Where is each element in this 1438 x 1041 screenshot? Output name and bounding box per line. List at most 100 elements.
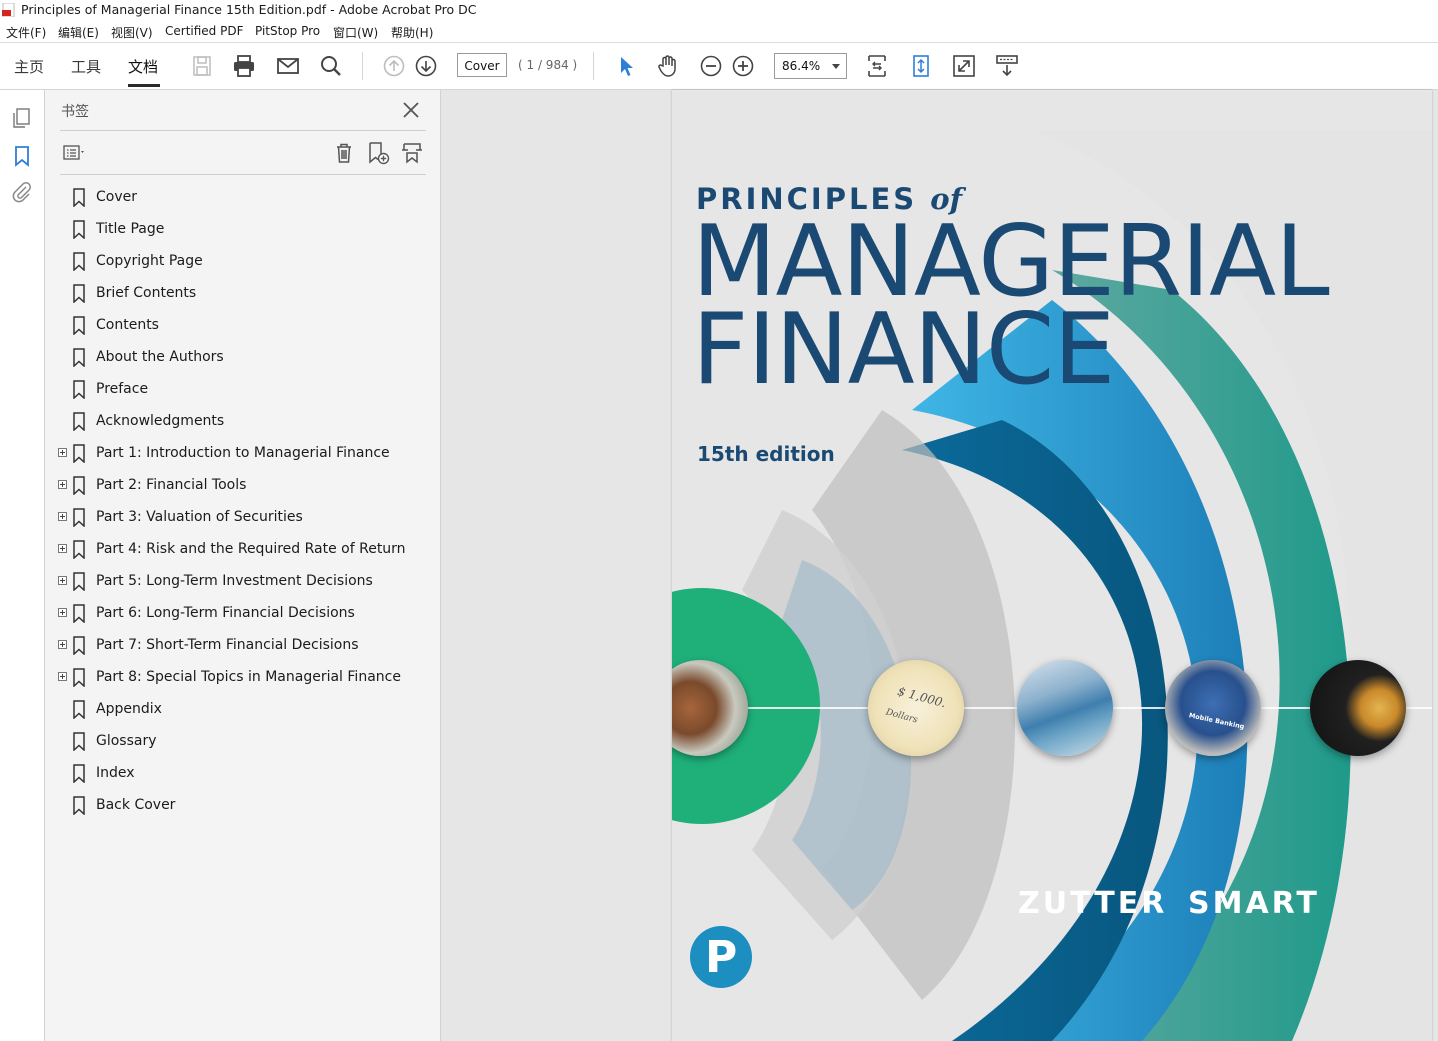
bookmark-item-copyright-page[interactable]: Copyright Page <box>45 250 440 274</box>
page-count: ( 1 / 984 ) <box>518 58 578 72</box>
bookmark-label: Copyright Page <box>96 253 203 269</box>
options-menu-icon[interactable] <box>61 140 87 166</box>
zoom-level-select[interactable]: 86.4% <box>774 53 847 79</box>
bookmark-icon <box>73 668 85 687</box>
new-bookmark-icon[interactable] <box>365 140 391 166</box>
credit-cards-photo <box>1017 660 1113 756</box>
bookmark-item-part-7-short-term-financial-decisions[interactable]: Part 7: Short-Term Financial Decisions <box>45 634 440 658</box>
expand-plus-icon[interactable] <box>58 544 67 553</box>
bookmark-icon <box>73 508 85 527</box>
title-bar: Principles of Managerial Finance 15th Ed… <box>0 0 1438 22</box>
bookmark-icon <box>73 764 85 783</box>
menu-window[interactable]: 窗口(W) <box>333 24 378 41</box>
bookmark-item-part-6-long-term-financial-decisions[interactable]: Part 6: Long-Term Financial Decisions <box>45 602 440 626</box>
bookmark-icon <box>73 252 85 271</box>
bookmark-label: Part 4: Risk and the Required Rate of Re… <box>96 541 406 557</box>
menu-pitstop-pro[interactable]: PitStop Pro <box>255 24 320 38</box>
search-icon[interactable] <box>318 53 344 79</box>
bookmark-label: Index <box>96 765 135 781</box>
page-number-input[interactable]: Cover <box>457 53 507 77</box>
bookmark-item-part-4-risk-and-the-required-rate-of-return[interactable]: Part 4: Risk and the Required Rate of Re… <box>45 538 440 562</box>
pdf-page-cover: $ 1,000. Dollars Mobile Banking PRINCIPLE… <box>672 90 1432 1041</box>
bookmark-label: Part 8: Special Topics in Managerial Fin… <box>96 669 401 685</box>
menu-view[interactable]: 视图(V) <box>111 24 153 41</box>
delete-bookmark-icon[interactable] <box>331 140 357 166</box>
divider <box>60 174 426 175</box>
zoom-in-icon[interactable] <box>730 53 756 79</box>
bookmark-item-contents[interactable]: Contents <box>45 314 440 338</box>
expand-plus-icon[interactable] <box>58 480 67 489</box>
expand-plus-icon[interactable] <box>58 608 67 617</box>
cover-author-zutter: ZUTTER <box>1018 886 1168 921</box>
pearson-logo: P <box>690 926 752 988</box>
cover-edition: 15th edition <box>697 442 835 466</box>
tab-tools[interactable]: 工具 <box>71 56 101 77</box>
bookmark-item-cover[interactable]: Cover <box>45 186 440 210</box>
tab-document[interactable]: 文档 <box>128 56 158 77</box>
toolbar-separator <box>593 52 594 80</box>
menu-certified-pdf[interactable]: Certified PDF <box>165 24 244 38</box>
bookmark-item-index[interactable]: Index <box>45 762 440 786</box>
print-icon[interactable] <box>231 53 257 79</box>
bookmark-icon <box>73 604 85 623</box>
bookmark-item-title-page[interactable]: Title Page <box>45 218 440 242</box>
main-toolbar: 主页 工具 文档 Cover ( 1 / 984 ) 86.4% <box>0 43 1438 90</box>
bookmark-item-back-cover[interactable]: Back Cover <box>45 794 440 818</box>
bookmark-item-part-5-long-term-investment-decisions[interactable]: Part 5: Long-Term Investment Decisions <box>45 570 440 594</box>
bookmark-item-acknowledgments[interactable]: Acknowledgments <box>45 410 440 434</box>
menu-edit[interactable]: 编辑(E) <box>58 24 99 41</box>
expand-plus-icon[interactable] <box>58 672 67 681</box>
bookmark-item-part-3-valuation-of-securities[interactable]: Part 3: Valuation of Securities <box>45 506 440 530</box>
page-thumbnails-icon[interactable] <box>10 106 34 130</box>
bookmark-label: Contents <box>96 317 159 333</box>
chevron-down-icon <box>832 64 840 69</box>
cover-title-line2: FINANCE <box>692 293 1115 407</box>
select-cursor-icon[interactable] <box>613 53 639 79</box>
bookmarks-icon[interactable] <box>10 144 34 168</box>
navigation-rail <box>0 90 45 1041</box>
bookmark-item-glossary[interactable]: Glossary <box>45 730 440 754</box>
bookmark-label: Title Page <box>96 221 165 237</box>
bookmark-icon <box>73 700 85 719</box>
menu-bar: 文件(F) 编辑(E) 视图(V) Certified PDF PitStop … <box>0 21 1438 43</box>
page-display-icon[interactable] <box>864 53 890 79</box>
fit-page-icon[interactable] <box>908 53 934 79</box>
zoom-out-icon[interactable] <box>698 53 724 79</box>
attachments-icon[interactable] <box>10 180 34 204</box>
bookmark-item-about-the-authors[interactable]: About the Authors <box>45 346 440 370</box>
mobile-banking-photo: Mobile Banking <box>1165 660 1261 756</box>
divider <box>60 130 426 131</box>
bookmark-label: Part 2: Financial Tools <box>96 477 247 493</box>
bookmark-label: Preface <box>96 381 149 397</box>
email-icon[interactable] <box>275 53 301 79</box>
expand-bookmark-icon[interactable] <box>399 140 425 166</box>
bookmark-label: Glossary <box>96 733 157 749</box>
bookmark-item-appendix[interactable]: Appendix <box>45 698 440 722</box>
bookmark-item-preface[interactable]: Preface <box>45 378 440 402</box>
menu-file[interactable]: 文件(F) <box>6 24 46 41</box>
bookmark-item-part-1-introduction-to-managerial-finance[interactable]: Part 1: Introduction to Managerial Finan… <box>45 442 440 466</box>
scroll-mode-icon[interactable] <box>994 53 1020 79</box>
hand-tool-icon[interactable] <box>655 53 681 79</box>
menu-help[interactable]: 帮助(H) <box>391 24 433 41</box>
expand-plus-icon[interactable] <box>58 512 67 521</box>
bookmark-item-brief-contents[interactable]: Brief Contents <box>45 282 440 306</box>
bookmark-icon <box>73 732 85 751</box>
full-screen-icon[interactable] <box>951 53 977 79</box>
expand-plus-icon[interactable] <box>58 640 67 649</box>
previous-page-icon[interactable] <box>381 53 407 79</box>
toolbar-separator <box>362 52 363 80</box>
bookmark-icon <box>73 796 85 815</box>
bookmark-item-part-8-special-topics-in-managerial-finance[interactable]: Part 8: Special Topics in Managerial Fin… <box>45 666 440 690</box>
expand-plus-icon[interactable] <box>58 448 67 457</box>
expand-plus-icon[interactable] <box>58 576 67 585</box>
save-icon[interactable] <box>189 53 215 79</box>
next-page-icon[interactable] <box>413 53 439 79</box>
bookmark-icon <box>73 316 85 335</box>
close-icon[interactable] <box>401 100 421 120</box>
panel-title: 书签 <box>61 104 89 120</box>
bookmarks-panel: 书签 Cover Title Page Copyright Page Brief Co… <box>45 90 441 1041</box>
bitcoin-photo <box>1310 660 1406 756</box>
bookmark-item-part-2-financial-tools[interactable]: Part 2: Financial Tools <box>45 474 440 498</box>
tab-home[interactable]: 主页 <box>14 56 44 77</box>
